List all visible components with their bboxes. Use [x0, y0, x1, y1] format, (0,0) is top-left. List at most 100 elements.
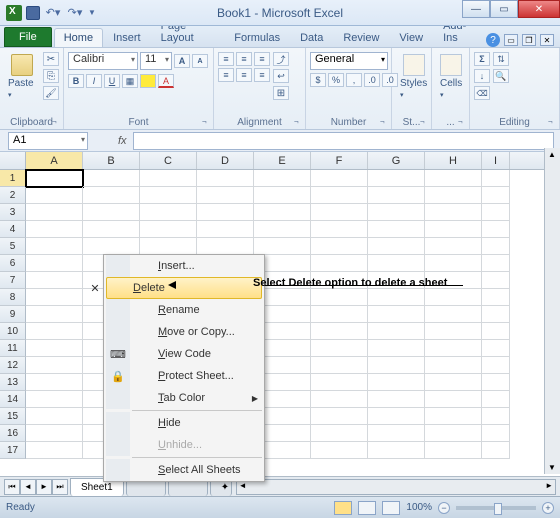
cell[interactable]: [482, 255, 510, 272]
cell[interactable]: [425, 204, 482, 221]
zoom-slider[interactable]: [456, 506, 536, 510]
cell[interactable]: [311, 289, 368, 306]
align-right-icon[interactable]: ≡: [254, 68, 270, 82]
cell[interactable]: [26, 442, 83, 459]
italic-icon[interactable]: I: [86, 74, 102, 88]
cell[interactable]: [311, 187, 368, 204]
autosum-icon[interactable]: [474, 52, 490, 66]
cell[interactable]: [83, 238, 140, 255]
ctx-protect-sheet[interactable]: 🔒Protect Sheet...: [106, 365, 264, 387]
cell[interactable]: [26, 170, 83, 187]
cell[interactable]: [26, 272, 83, 289]
cell[interactable]: [311, 357, 368, 374]
cell[interactable]: [140, 187, 197, 204]
cell[interactable]: [83, 204, 140, 221]
row-header[interactable]: 7: [0, 272, 26, 289]
cell[interactable]: [368, 255, 425, 272]
cell[interactable]: [311, 255, 368, 272]
cell[interactable]: [482, 323, 510, 340]
cell[interactable]: [311, 306, 368, 323]
cell[interactable]: [482, 221, 510, 238]
col-header[interactable]: G: [368, 152, 425, 169]
cell[interactable]: [26, 221, 83, 238]
cell[interactable]: [425, 374, 482, 391]
cell[interactable]: [368, 408, 425, 425]
maximize-button[interactable]: ▭: [490, 0, 518, 18]
cell[interactable]: [254, 238, 311, 255]
zoom-out-icon[interactable]: −: [438, 502, 450, 514]
close-button[interactable]: ✕: [518, 0, 560, 18]
cell[interactable]: [368, 323, 425, 340]
row-header[interactable]: 4: [0, 221, 26, 238]
row-header[interactable]: 1: [0, 170, 26, 187]
cell[interactable]: [311, 425, 368, 442]
number-format-select[interactable]: General: [310, 52, 388, 70]
minimize-button[interactable]: —: [462, 0, 490, 18]
cell[interactable]: [425, 306, 482, 323]
cell[interactable]: [311, 170, 368, 187]
cell[interactable]: [83, 221, 140, 238]
cell[interactable]: [311, 323, 368, 340]
cell[interactable]: [425, 170, 482, 187]
cell[interactable]: [482, 374, 510, 391]
name-box[interactable]: A1: [8, 132, 88, 150]
cell[interactable]: [368, 204, 425, 221]
ctx-tab-color[interactable]: Tab Color▶: [106, 387, 264, 409]
cell[interactable]: [311, 408, 368, 425]
horizontal-scrollbar[interactable]: [236, 479, 556, 495]
tab-review[interactable]: Review: [333, 28, 389, 47]
cell[interactable]: [425, 408, 482, 425]
cell[interactable]: [26, 289, 83, 306]
cell[interactable]: [482, 408, 510, 425]
sheet-nav-next[interactable]: ►: [36, 479, 52, 495]
font-color-icon[interactable]: A: [158, 74, 174, 88]
cell[interactable]: [311, 221, 368, 238]
cell[interactable]: [197, 187, 254, 204]
cell[interactable]: [368, 442, 425, 459]
help-icon[interactable]: ?: [486, 33, 500, 47]
row-header[interactable]: 8: [0, 289, 26, 306]
cell[interactable]: [197, 204, 254, 221]
row-header[interactable]: 5: [0, 238, 26, 255]
cell[interactable]: [26, 255, 83, 272]
select-all-corner[interactable]: [0, 152, 26, 169]
cell[interactable]: [368, 170, 425, 187]
cell[interactable]: [368, 391, 425, 408]
cells-button[interactable]: Cells: [436, 52, 466, 102]
cell[interactable]: [311, 374, 368, 391]
cell[interactable]: [26, 323, 83, 340]
cell[interactable]: [311, 204, 368, 221]
tab-home[interactable]: Home: [54, 28, 103, 47]
row-header[interactable]: 11: [0, 340, 26, 357]
cell[interactable]: [254, 170, 311, 187]
tab-data[interactable]: Data: [290, 28, 333, 47]
orientation-icon[interactable]: ⤴: [273, 52, 289, 66]
cell[interactable]: [425, 442, 482, 459]
underline-icon[interactable]: U: [104, 74, 120, 88]
row-header[interactable]: 6: [0, 255, 26, 272]
align-top-icon[interactable]: ≡: [218, 52, 234, 66]
close-workbook-icon[interactable]: ✕: [540, 34, 554, 46]
grow-font-icon[interactable]: A: [174, 54, 190, 68]
increase-decimal-icon[interactable]: .0: [364, 73, 380, 87]
page-break-view-icon[interactable]: [382, 501, 400, 515]
cell[interactable]: [254, 187, 311, 204]
row-header[interactable]: 9: [0, 306, 26, 323]
zoom-in-icon[interactable]: +: [542, 502, 554, 514]
shrink-font-icon[interactable]: A: [192, 54, 208, 68]
sheet-nav-prev[interactable]: ◄: [20, 479, 36, 495]
cell[interactable]: [26, 204, 83, 221]
cell[interactable]: [26, 408, 83, 425]
cell[interactable]: [425, 323, 482, 340]
cell[interactable]: [26, 187, 83, 204]
cell[interactable]: [482, 357, 510, 374]
paste-button[interactable]: Paste: [4, 52, 40, 102]
sheet-nav-first[interactable]: ⏮: [4, 479, 20, 495]
cell[interactable]: [26, 357, 83, 374]
ctx-move-copy[interactable]: Move or Copy...: [106, 321, 264, 343]
cell[interactable]: [482, 238, 510, 255]
merge-icon[interactable]: [273, 86, 289, 100]
row-header[interactable]: 16: [0, 425, 26, 442]
page-layout-view-icon[interactable]: [358, 501, 376, 515]
col-header[interactable]: A: [26, 152, 83, 169]
